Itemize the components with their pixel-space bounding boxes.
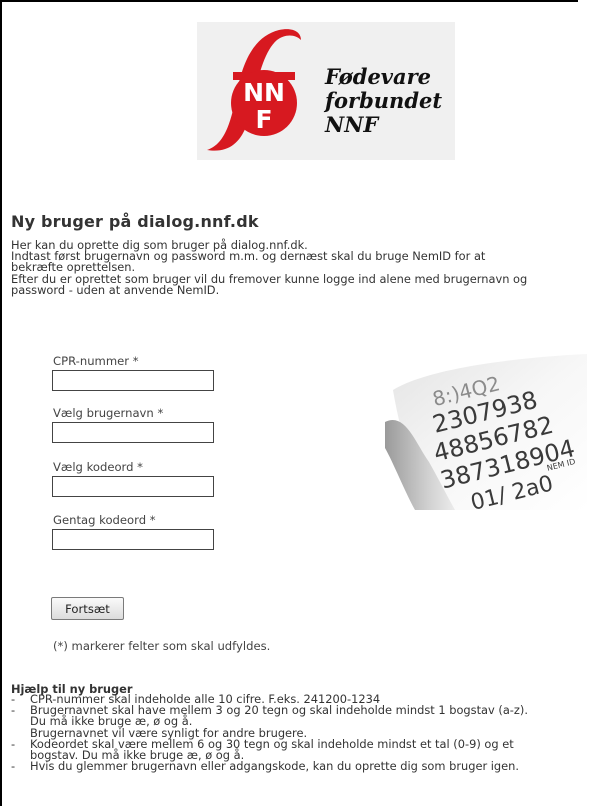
logo-name-line3: NNF (324, 112, 380, 137)
continue-button[interactable]: Fortsæt (51, 597, 124, 620)
help-line: Hvis du glemmer brugernavn eller adgangs… (30, 759, 520, 774)
username-input[interactable] (52, 422, 214, 443)
nemid-card-image: 8:)4Q2 2307938 48856782 387318904 01/ 2a… (385, 352, 587, 516)
nnf-logo: NN F Fødevare forbundet NNF (197, 22, 455, 160)
logo-mark-top: NN (243, 78, 285, 107)
list-item: - Kodeordet skal være mellem 6 og 30 teg… (11, 736, 596, 761)
nemid-code-card-icon: 8:)4Q2 2307938 48856782 387318904 01/ 2a… (385, 352, 587, 516)
page-title: Ny bruger på dialog.nnf.dk (11, 212, 259, 231)
intro-line: password - uden at anvende NemID. (11, 282, 220, 297)
nnf-logo-graphic: NN F Fødevare forbundet NNF (207, 29, 442, 151)
logo-name-line2: forbundet (323, 88, 442, 113)
help-list: - CPR-nummer skal indeholde alle 10 cifr… (11, 693, 596, 774)
list-bullet: - (11, 759, 16, 774)
username-label: Vælg brugernavn * (53, 406, 164, 420)
password-label: Vælg kodeord * (53, 460, 143, 474)
logo-mark-bottom: F (255, 105, 272, 134)
intro-text: Her kan du oprette dig som bruger på dia… (11, 239, 596, 297)
frame-gap (578, 0, 596, 6)
logo-name-line1: Fødevare (324, 64, 431, 89)
list-bullet: - (11, 703, 16, 718)
list-item: - Brugernavnet skal have mellem 3 og 20 … (11, 703, 596, 739)
list-item: - Hvis du glemmer brugernavn eller adgan… (11, 759, 596, 774)
required-fields-note: (*) markerer felter som skal udfyldes. (53, 639, 271, 653)
list-bullet: - (11, 736, 16, 751)
repeat-password-input[interactable] (52, 529, 214, 550)
cpr-label: CPR-nummer * (53, 354, 139, 368)
repeat-password-label: Gentag kodeord * (53, 513, 156, 527)
password-input[interactable] (52, 476, 214, 497)
cpr-input[interactable] (52, 370, 214, 391)
